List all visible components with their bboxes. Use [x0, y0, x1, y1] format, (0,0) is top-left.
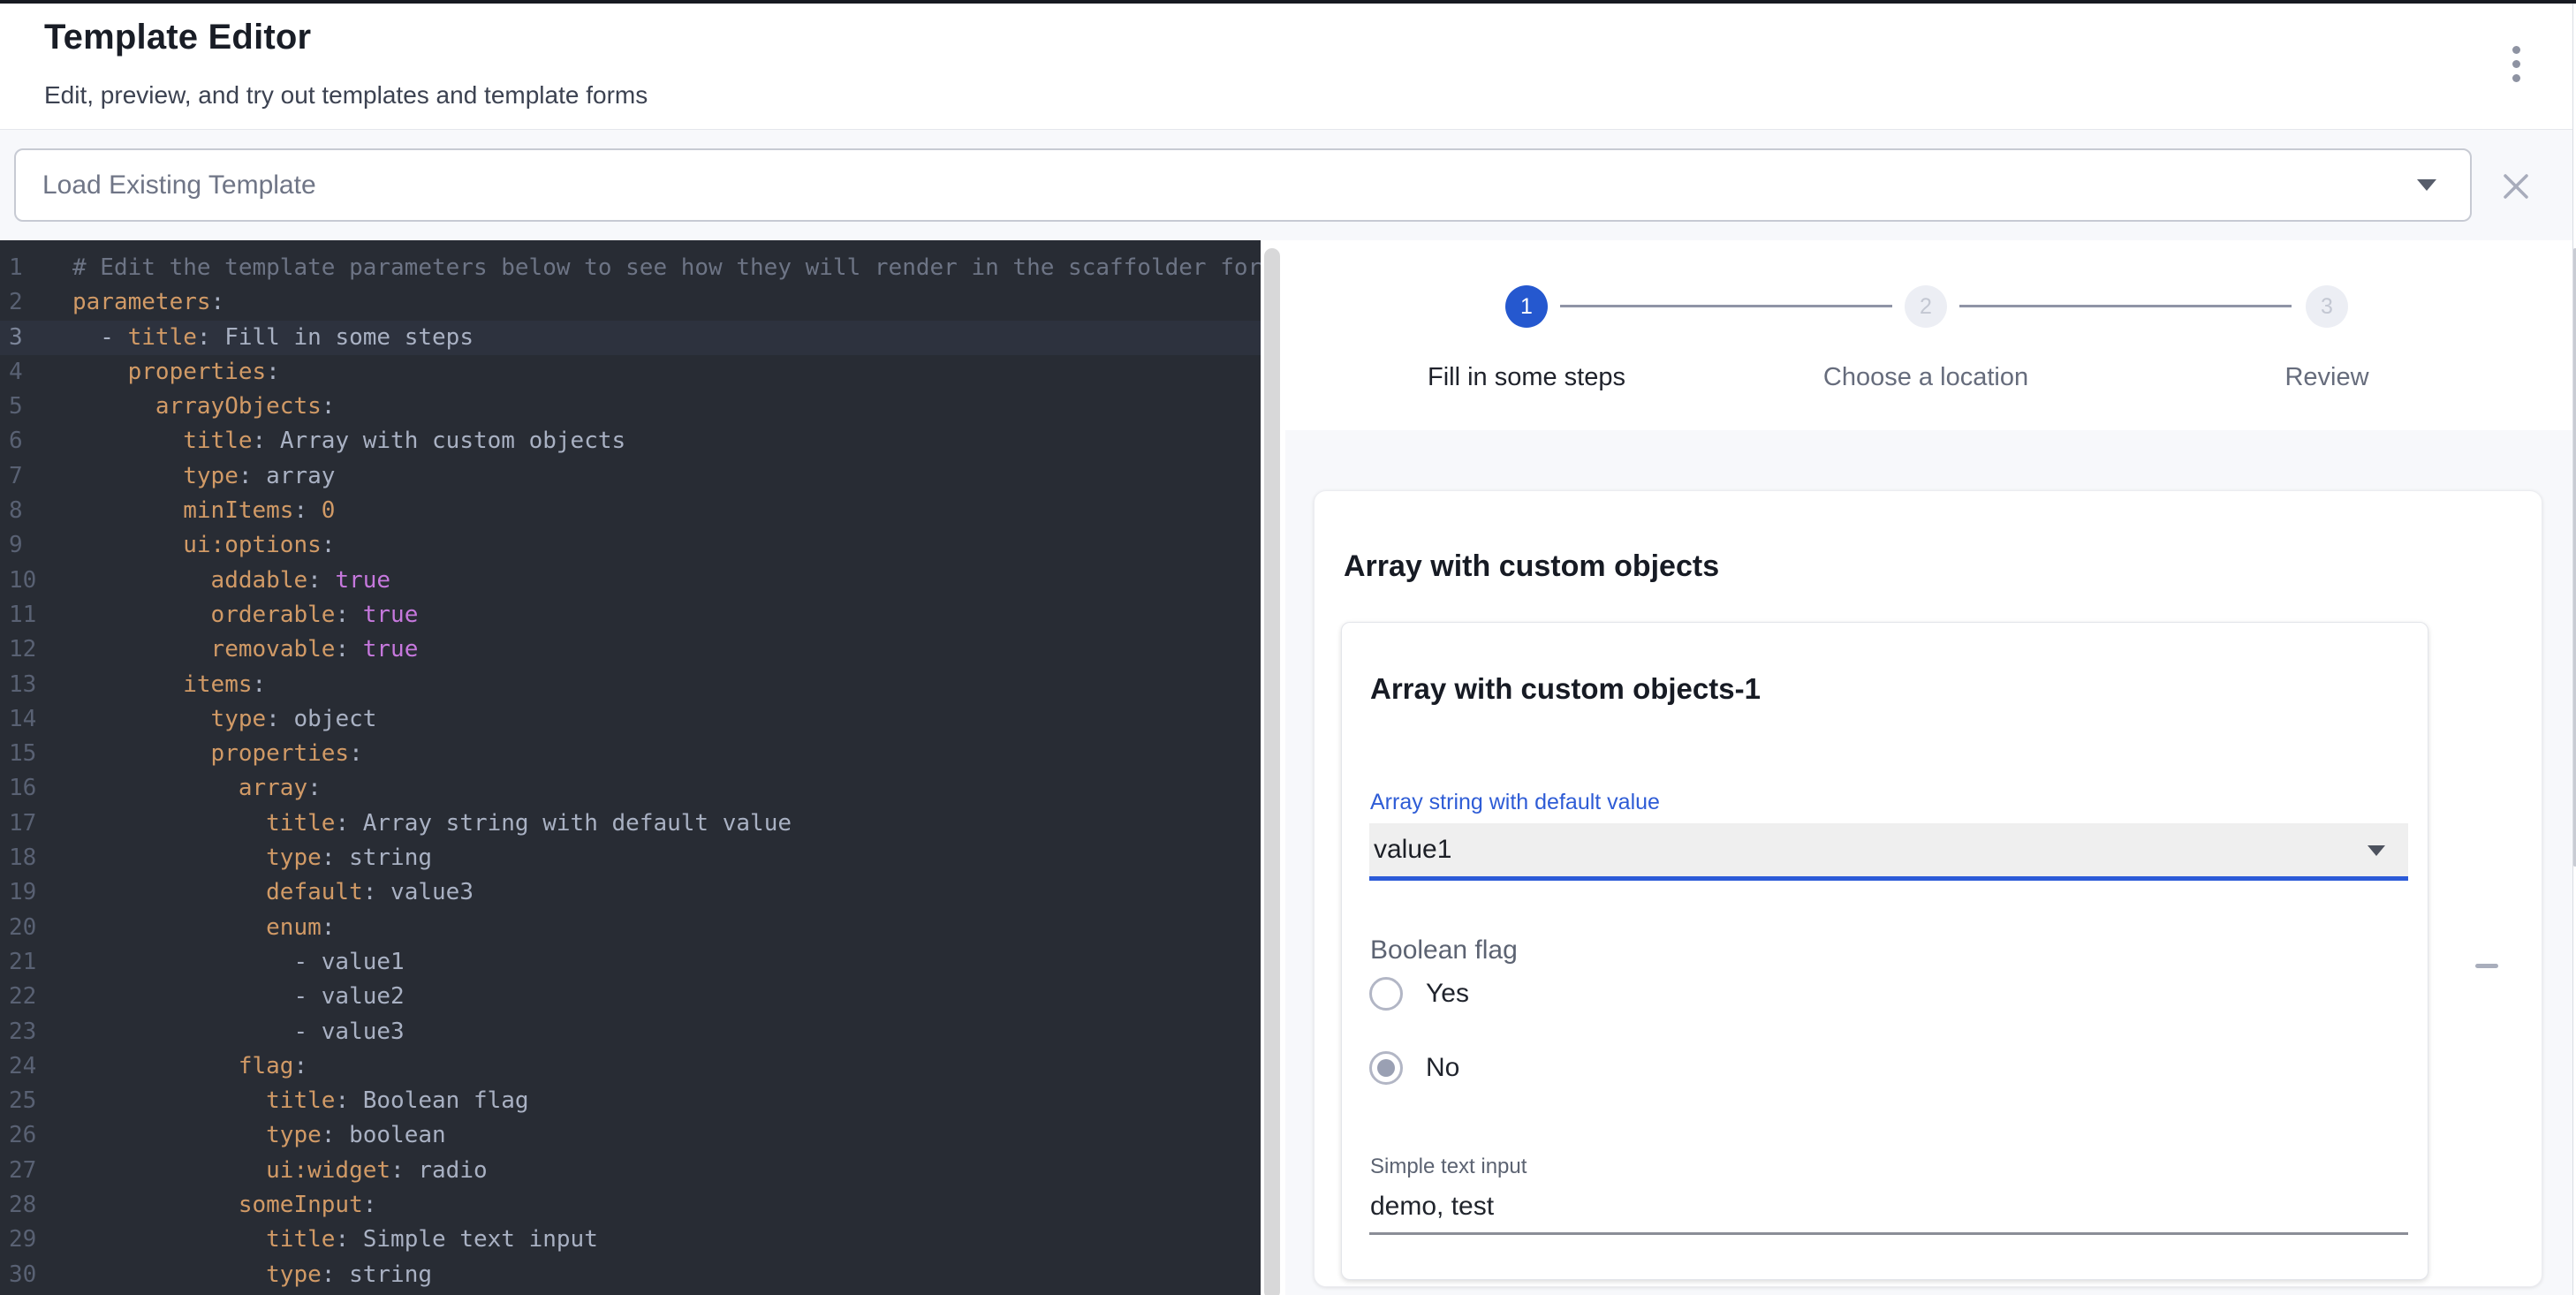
step-3-label: Review — [2168, 363, 2486, 392]
code-line: 15 properties: — [0, 737, 1261, 771]
select-fill — [1369, 823, 2408, 876]
radio-option-yes[interactable]: Yes — [1369, 976, 1469, 1011]
code-line: 7 type: array — [0, 459, 1261, 494]
code-line: 12 removable: true — [0, 632, 1261, 667]
stepper: 1 2 3 Fill in some steps Choose a locati… — [1285, 240, 2572, 430]
array-item-card: Array with custom objects-1 Array string… — [1341, 622, 2428, 1280]
kebab-icon — [2512, 60, 2520, 68]
simple-text-input[interactable]: demo, test — [1370, 1192, 1494, 1222]
step-3-circle: 3 — [2306, 285, 2348, 328]
page-header: Template Editor Edit, preview, and try o… — [0, 4, 2572, 129]
form-background: Array with custom objects Array with cus… — [1285, 430, 2572, 1295]
chevron-down-icon — [2417, 179, 2436, 191]
page-subtitle: Edit, preview, and try out templates and… — [44, 81, 648, 110]
editor-scrollbar — [1261, 240, 1285, 1295]
remove-item-button[interactable] — [2466, 944, 2508, 987]
page-scrollbar — [2572, 4, 2576, 1295]
step-2-label: Choose a location — [1767, 363, 2085, 392]
overflow-menu-button[interactable] — [2491, 39, 2541, 88]
step-connector — [1560, 305, 1892, 307]
radio-circle-icon — [1369, 977, 1403, 1011]
input-underline — [1369, 1232, 2408, 1235]
boolean-flag-label: Boolean flag — [1370, 935, 1518, 966]
clear-selection-button[interactable] — [2491, 162, 2541, 211]
kebab-icon — [2512, 74, 2520, 82]
array-string-field-label: Array string with default value — [1370, 790, 1660, 815]
form-section-card: Array with custom objects Array with cus… — [1314, 490, 2542, 1287]
load-template-select[interactable]: Load Existing Template — [14, 148, 2472, 222]
dropdown-caret-icon — [2368, 845, 2385, 856]
code-line: 5 arrayObjects: — [0, 390, 1261, 424]
step-1-circle: 1 — [1505, 285, 1548, 328]
code-line: 17 title: Array string with default valu… — [0, 807, 1261, 841]
code-line: 20 enum: — [0, 911, 1261, 945]
code-line: 6 title: Array with custom objects — [0, 424, 1261, 458]
page-title: Template Editor — [44, 18, 311, 57]
main-content: 1# Edit the template parameters below to… — [0, 240, 2576, 1295]
editor-scrollbar-thumb[interactable] — [1264, 248, 1280, 1295]
step-connector — [1959, 305, 2292, 307]
code-line: 19 default: value3 — [0, 875, 1261, 910]
minus-icon — [2475, 964, 2498, 968]
code-line: 14 type: object — [0, 702, 1261, 737]
select-focus-underline — [1369, 876, 2408, 881]
code-line: 21 - value1 — [0, 945, 1261, 980]
step-1-label: Fill in some steps — [1368, 363, 1686, 392]
code-line: 23 - value3 — [0, 1015, 1261, 1049]
load-template-placeholder: Load Existing Template — [42, 150, 316, 220]
radio-circle-icon — [1369, 1051, 1403, 1085]
code-line: 27 ui:widget: radio — [0, 1154, 1261, 1188]
code-line: 3 - title: Fill in some steps — [0, 321, 1261, 355]
code-line: 25 title: Boolean flag — [0, 1084, 1261, 1118]
code-line: 13 items: — [0, 668, 1261, 702]
code-line: 10 addable: true — [0, 564, 1261, 598]
code-line: 9 ui:options: — [0, 528, 1261, 563]
code-lines: 1# Edit the template parameters below to… — [0, 251, 1261, 1292]
kebab-icon — [2512, 46, 2520, 54]
code-line: 30 type: string — [0, 1258, 1261, 1292]
simple-text-input-label: Simple text input — [1370, 1155, 1527, 1179]
code-line: 1# Edit the template parameters below to… — [0, 251, 1261, 285]
code-line: 16 array: — [0, 771, 1261, 806]
radio-option-no[interactable]: No — [1369, 1050, 1459, 1086]
template-preview-panel: 1 2 3 Fill in some steps Choose a locati… — [1285, 240, 2572, 1295]
form-section-title: Array with custom objects — [1344, 549, 1719, 584]
code-line: 2parameters: — [0, 285, 1261, 320]
code-line: 28 someInput: — [0, 1188, 1261, 1223]
code-line: 24 flag: — [0, 1049, 1261, 1084]
code-line: 4 properties: — [0, 355, 1261, 390]
code-line: 29 title: Simple text input — [0, 1223, 1261, 1257]
radio-label-yes: Yes — [1426, 979, 1469, 1009]
close-icon — [2501, 171, 2531, 201]
code-line: 11 orderable: true — [0, 598, 1261, 632]
code-line: 26 type: boolean — [0, 1118, 1261, 1153]
array-string-select[interactable]: value1 — [1369, 823, 2408, 881]
code-line: 18 type: string — [0, 841, 1261, 875]
step-2-circle: 2 — [1905, 285, 1947, 328]
array-item-title: Array with custom objects-1 — [1370, 672, 1761, 706]
code-line: 8 minItems: 0 — [0, 494, 1261, 528]
load-template-bar: Load Existing Template — [0, 129, 2572, 240]
code-line: 22 - value2 — [0, 980, 1261, 1014]
yaml-editor[interactable]: 1# Edit the template parameters below to… — [0, 240, 1261, 1295]
radio-label-no: No — [1426, 1053, 1459, 1083]
select-value: value1 — [1374, 823, 1451, 876]
